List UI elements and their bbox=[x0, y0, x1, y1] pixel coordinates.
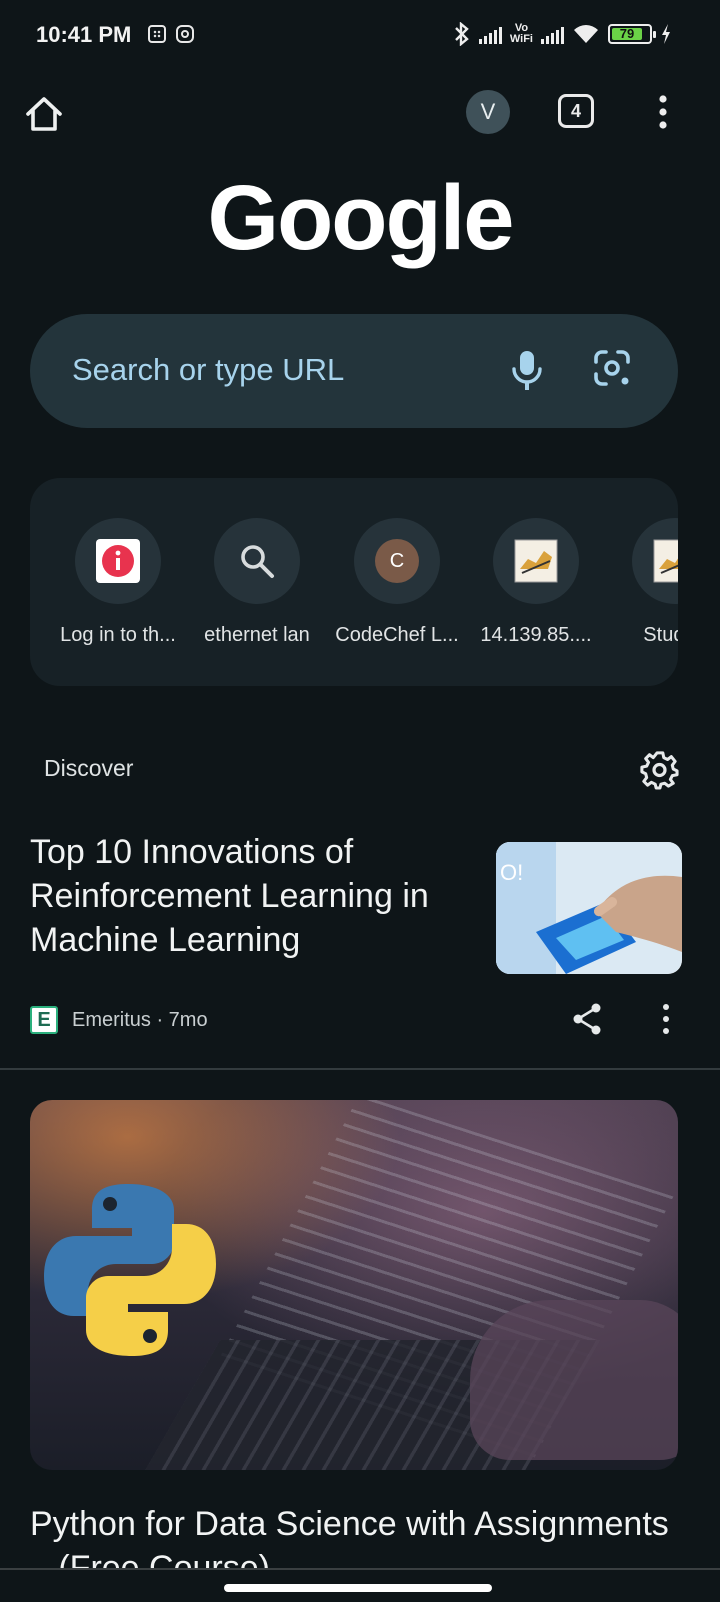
google-logo: Google bbox=[207, 167, 515, 269]
vowifi-icon: Vo WiFi bbox=[510, 23, 533, 45]
tomcat-icon bbox=[653, 539, 678, 583]
article-more-button[interactable] bbox=[656, 1002, 676, 1036]
shortcut-icon-bg: C bbox=[354, 518, 440, 604]
shortcut-icon-bg bbox=[493, 518, 579, 604]
shortcut-label: 14.139.85.... bbox=[480, 624, 592, 646]
article-thumbnail-image: O! bbox=[496, 842, 682, 974]
wifi-icon bbox=[574, 25, 598, 43]
article-title[interactable]: Top 10 Innovations of Reinforcement Lear… bbox=[30, 830, 470, 962]
shortcut-icon-bg bbox=[75, 518, 161, 604]
account-avatar-button[interactable]: V bbox=[466, 90, 510, 134]
more-menu-button[interactable] bbox=[648, 94, 678, 130]
search-icon bbox=[241, 545, 274, 578]
grid-notification-icon bbox=[148, 25, 166, 43]
shortcut-label: Studen bbox=[643, 624, 678, 646]
search-input-placeholder[interactable]: Search or type URL bbox=[72, 352, 344, 388]
share-icon bbox=[573, 1003, 601, 1035]
signal-icon-2 bbox=[541, 24, 564, 44]
shortcut-tile[interactable]: Log in to th... bbox=[48, 518, 188, 647]
more-vert-icon bbox=[663, 1004, 669, 1034]
signal-icon bbox=[478, 24, 502, 44]
vowifi-bottom-text: WiFi bbox=[509, 33, 533, 45]
gear-icon bbox=[640, 751, 679, 790]
shortcut-tile[interactable]: 14.139.85.... bbox=[466, 518, 606, 647]
home-button[interactable] bbox=[22, 92, 66, 136]
share-button[interactable] bbox=[570, 1002, 604, 1036]
emeritus-logo-icon: E bbox=[30, 1006, 58, 1034]
article-hero-image[interactable] bbox=[30, 1100, 678, 1470]
charging-icon bbox=[662, 24, 670, 44]
google-lens-icon bbox=[594, 350, 630, 386]
tab-switcher-button[interactable]: 4 bbox=[558, 94, 594, 128]
shortcut-icon-bg bbox=[632, 518, 678, 604]
home-gesture-pill[interactable] bbox=[224, 1584, 492, 1592]
instagram-icon bbox=[176, 25, 194, 43]
discover-heading: Discover bbox=[44, 755, 134, 781]
article-source-row: E Emeritus · 7mo bbox=[30, 1006, 208, 1034]
status-notification-icons bbox=[148, 25, 194, 43]
article-source-meta: Emeritus · 7mo bbox=[72, 1008, 208, 1031]
more-vert-icon bbox=[659, 95, 667, 129]
shortcut-label: ethernet lan bbox=[204, 624, 310, 646]
shortcut-label: CodeChef L... bbox=[335, 624, 459, 646]
status-right-icons: Vo WiFi 79 bbox=[453, 22, 672, 46]
svg-text:O!: O! bbox=[500, 860, 523, 885]
red-info-icon bbox=[96, 539, 140, 583]
article-thumbnail[interactable]: O! bbox=[496, 842, 682, 974]
bluetooth-icon bbox=[455, 22, 469, 46]
discover-settings-button[interactable] bbox=[640, 750, 680, 790]
shortcut-label: Log in to th... bbox=[60, 624, 176, 646]
shortcut-icon-bg bbox=[214, 518, 300, 604]
letter-avatar-icon: C bbox=[375, 539, 419, 583]
python-logo-icon bbox=[44, 1184, 216, 1356]
google-lens-button[interactable] bbox=[590, 346, 634, 390]
home-icon bbox=[26, 97, 62, 131]
voice-search-button[interactable] bbox=[506, 348, 548, 392]
battery-percent: 79 bbox=[619, 26, 635, 41]
shortcut-tile[interactable]: ethernet lan bbox=[187, 518, 327, 647]
status-time: 10:41 PM bbox=[36, 22, 132, 47]
shortcuts-panel: Log in to th... ethernet lan C CodeChef … bbox=[30, 478, 678, 686]
divider bbox=[0, 1068, 720, 1070]
battery-icon: 79 bbox=[608, 24, 656, 44]
hand-graphic bbox=[470, 1300, 678, 1460]
mic-icon bbox=[512, 351, 542, 390]
shortcut-tile[interactable]: C CodeChef L... bbox=[327, 518, 467, 647]
tomcat-icon bbox=[514, 539, 558, 583]
shortcut-tile[interactable]: Studen bbox=[605, 518, 678, 647]
